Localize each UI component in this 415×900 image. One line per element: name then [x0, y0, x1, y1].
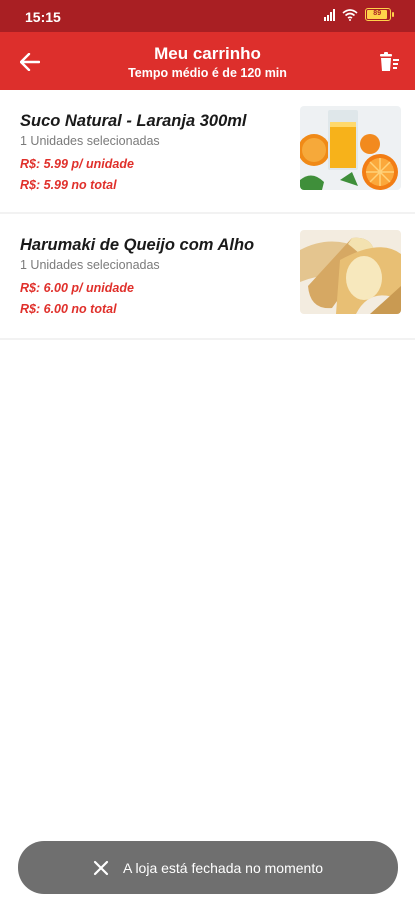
status-icons: 89 [324, 8, 394, 21]
item-total-price: R$: 5.99 no total [20, 178, 117, 192]
status-bar: 15:15 89 [0, 0, 415, 32]
wifi-icon [342, 8, 358, 21]
orange-juice-photo [300, 106, 401, 190]
snackbar-message: A loja está fechada no momento [122, 859, 324, 876]
page-title: Meu carrinho [154, 44, 261, 63]
battery-icon: 89 [365, 8, 394, 21]
clear-cart-button[interactable] [373, 46, 405, 78]
clear-cart-icon [380, 52, 399, 71]
item-total-price: R$: 6.00 no total [20, 302, 117, 316]
item-quantity: 1 Unidades selecionadas [20, 134, 160, 148]
cart-item[interactable]: Suco Natural - Laranja 300ml 1 Unidades … [0, 90, 415, 214]
item-unit-price: R$: 5.99 p/ unidade [20, 157, 134, 171]
item-name: Harumaki de Queijo com Alho [20, 236, 255, 254]
average-time-subtitle: Tempo médio é de 120 min [128, 66, 287, 80]
item-unit-price: R$: 6.00 p/ unidade [20, 281, 134, 295]
store-closed-snackbar[interactable]: A loja está fechada no momento [18, 841, 398, 894]
cart-item[interactable]: Harumaki de Queijo com Alho 1 Unidades s… [0, 214, 415, 340]
battery-level: 89 [367, 10, 388, 19]
status-time: 15:15 [25, 9, 61, 25]
app-bar: Meu carrinho Tempo médio é de 120 min [0, 32, 415, 90]
item-name: Suco Natural - Laranja 300ml [20, 112, 247, 130]
spring-roll-photo [300, 230, 401, 314]
cart-list: Suco Natural - Laranja 300ml 1 Unidades … [0, 90, 415, 340]
item-quantity: 1 Unidades selecionadas [20, 258, 160, 272]
signal-icon [324, 8, 335, 21]
close-icon[interactable] [93, 860, 109, 876]
